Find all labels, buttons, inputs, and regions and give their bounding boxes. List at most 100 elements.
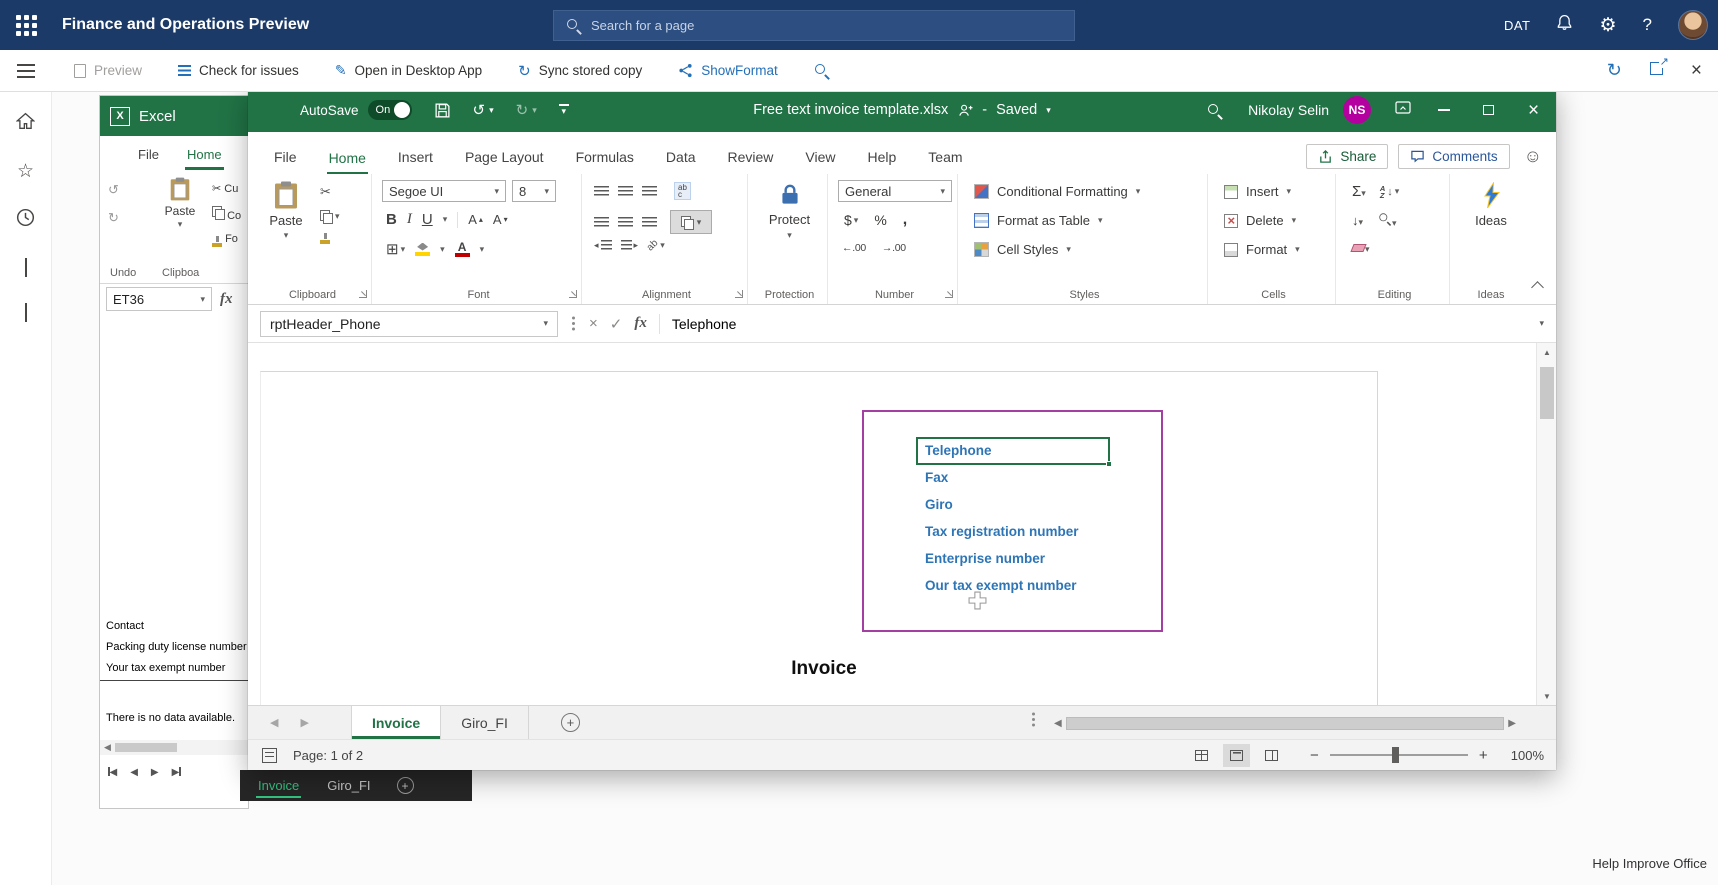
ideas-button[interactable]: Ideas — [1454, 182, 1528, 228]
increase-indent-button[interactable]: ▸ — [620, 240, 638, 251]
normal-view-button[interactable] — [1188, 744, 1215, 767]
expand-formula-bar-icon[interactable]: ▾ — [1539, 319, 1544, 328]
new-sheet-button[interactable]: + — [560, 713, 580, 732]
tab-file[interactable]: File — [136, 141, 161, 170]
open-in-desktop-app-button[interactable]: ✎ Open in Desktop App — [335, 62, 482, 79]
redo-button[interactable]: ↻ ▾ — [516, 101, 537, 119]
page-layout-view-button[interactable] — [1223, 743, 1250, 767]
tab-view[interactable]: View — [803, 140, 837, 174]
font-name-select[interactable]: Segoe UI ▾ — [382, 180, 506, 202]
insert-cells-button[interactable]: Insert ▾ — [1224, 184, 1291, 199]
scroll-left-icon[interactable]: ◀ — [1054, 718, 1062, 729]
decrease-font-size-button[interactable]: A ▾ — [493, 212, 508, 227]
tab-data[interactable]: Data — [664, 140, 698, 174]
settings-gear-icon[interactable]: ⚙ — [1599, 14, 1616, 37]
search-input[interactable] — [591, 18, 1062, 33]
tab-home[interactable]: Home — [184, 141, 224, 170]
sheet-tab-giro-fi[interactable]: Giro_FI — [441, 706, 529, 739]
fill-button[interactable]: ↓▾ — [1352, 213, 1363, 228]
tab-file[interactable]: File — [272, 140, 299, 174]
protect-button[interactable]: Protect ▾ — [752, 182, 827, 240]
tab-review[interactable]: Review — [726, 140, 776, 174]
dialog-launcher-icon[interactable] — [945, 290, 953, 298]
add-sheet-button[interactable]: + — [396, 777, 414, 794]
share-person-icon[interactable] — [957, 103, 973, 118]
document-title[interactable]: Free text invoice template.xlsx — [753, 102, 948, 118]
previous-sheet-button[interactable]: ◀ — [270, 716, 278, 729]
cell-tax-registration-number[interactable]: Tax registration number — [925, 524, 1079, 539]
first-sheet-button[interactable]: ◀ — [108, 766, 117, 778]
cell-enterprise-number[interactable]: Enterprise number — [925, 551, 1045, 566]
dialog-launcher-icon[interactable] — [735, 290, 743, 298]
increase-font-size-button[interactable]: A ▴ — [468, 212, 483, 227]
format-painter-button[interactable]: Fo — [212, 233, 241, 247]
next-sheet-button[interactable]: ▶ — [300, 716, 308, 729]
recent-button[interactable] — [16, 208, 35, 232]
help-improve-office-link[interactable]: Help Improve Office — [1592, 856, 1707, 871]
percent-style-button[interactable]: % — [874, 212, 886, 228]
wrap-text-button[interactable]: ab c — [674, 182, 691, 200]
next-sheet-button[interactable]: ▶ — [151, 767, 159, 778]
align-middle-button[interactable] — [618, 185, 633, 197]
last-sheet-button[interactable]: ▶ — [172, 766, 181, 778]
scroll-up-icon[interactable]: ▲ — [1537, 343, 1556, 361]
home-button[interactable] — [15, 112, 36, 135]
align-bottom-button[interactable] — [642, 185, 657, 197]
app-launcher-button[interactable] — [0, 0, 52, 50]
vertical-scrollbar[interactable]: ▲ ▼ — [1536, 343, 1556, 705]
comma-style-button[interactable]: , — [903, 211, 907, 229]
maximize-button[interactable] — [1466, 88, 1511, 132]
comments-button[interactable]: Comments — [1398, 144, 1510, 169]
modules-button[interactable] — [24, 303, 27, 322]
cell-telephone[interactable]: Telephone — [925, 443, 992, 458]
italic-button[interactable]: I — [407, 211, 412, 228]
font-color-button[interactable]: A — [454, 241, 470, 257]
insert-function-button[interactable]: fx — [634, 315, 647, 332]
search-icon[interactable] — [1207, 103, 1222, 118]
close-pane-button[interactable]: × — [1691, 61, 1702, 80]
paste-button[interactable]: Paste ▾ — [262, 180, 310, 240]
tab-team[interactable]: Team — [926, 140, 964, 174]
tab-page-layout[interactable]: Page Layout — [463, 140, 546, 174]
tab-home[interactable]: Home — [326, 141, 368, 174]
check-for-issues-button[interactable]: Check for issues — [178, 63, 299, 78]
undo-icon[interactable]: ↺ — [108, 182, 119, 198]
scroll-down-icon[interactable]: ▼ — [1537, 687, 1556, 705]
show-format-button[interactable]: ShowFormat — [678, 63, 778, 78]
ribbon-display-options-button[interactable] — [1395, 100, 1411, 120]
fill-color-button[interactable] — [415, 242, 431, 256]
save-button[interactable] — [434, 102, 451, 119]
account-name[interactable]: Nikolay Selin — [1248, 102, 1329, 118]
fill-handle[interactable] — [1106, 461, 1112, 467]
nav-menu-button[interactable] — [0, 63, 52, 78]
cut-button[interactable]: ✂ — [320, 184, 340, 200]
dialog-launcher-icon[interactable] — [359, 290, 367, 298]
orientation-button[interactable]: ab ▾ — [645, 238, 665, 254]
tab-insert[interactable]: Insert — [396, 140, 435, 174]
minimize-button[interactable] — [1421, 88, 1466, 132]
tab-formulas[interactable]: Formulas — [574, 140, 636, 174]
worksheet-page[interactable] — [260, 371, 1378, 705]
user-avatar[interactable] — [1678, 10, 1708, 40]
number-format-select[interactable]: General ▾ — [838, 180, 952, 202]
zoom-level[interactable]: 100% — [1499, 748, 1544, 763]
save-status[interactable]: Saved — [996, 102, 1037, 118]
zoom-slider-handle[interactable] — [1391, 747, 1399, 763]
customize-quick-access-button[interactable]: ▾ — [558, 104, 569, 116]
collapse-ribbon-icon[interactable] — [1531, 281, 1544, 294]
cell-invoice-title[interactable]: Invoice — [724, 658, 924, 680]
background-horizontal-scrollbar[interactable]: ◀ — [100, 740, 248, 755]
sheet-tab-invoice[interactable]: Invoice — [350, 706, 442, 739]
cell-styles-button[interactable]: Cell Styles ▾ — [974, 242, 1071, 257]
sheet-tab-giro-fi[interactable]: Giro_FI — [325, 773, 372, 798]
zoom-in-button[interactable]: + — [1479, 747, 1488, 764]
format-cells-button[interactable]: Format ▾ — [1224, 242, 1300, 257]
name-box[interactable]: rptHeader_Phone ▾ — [260, 310, 558, 337]
undo-button[interactable]: ↺ ▾ — [473, 101, 494, 119]
decrease-decimal-button[interactable]: →.00 — [882, 242, 906, 254]
zoom-out-button[interactable]: − — [1310, 747, 1319, 764]
merge-center-button[interactable]: ▾ — [670, 210, 712, 234]
format-painter-button[interactable] — [320, 233, 340, 244]
underline-button[interactable]: U — [422, 211, 433, 228]
align-left-button[interactable] — [594, 216, 609, 228]
